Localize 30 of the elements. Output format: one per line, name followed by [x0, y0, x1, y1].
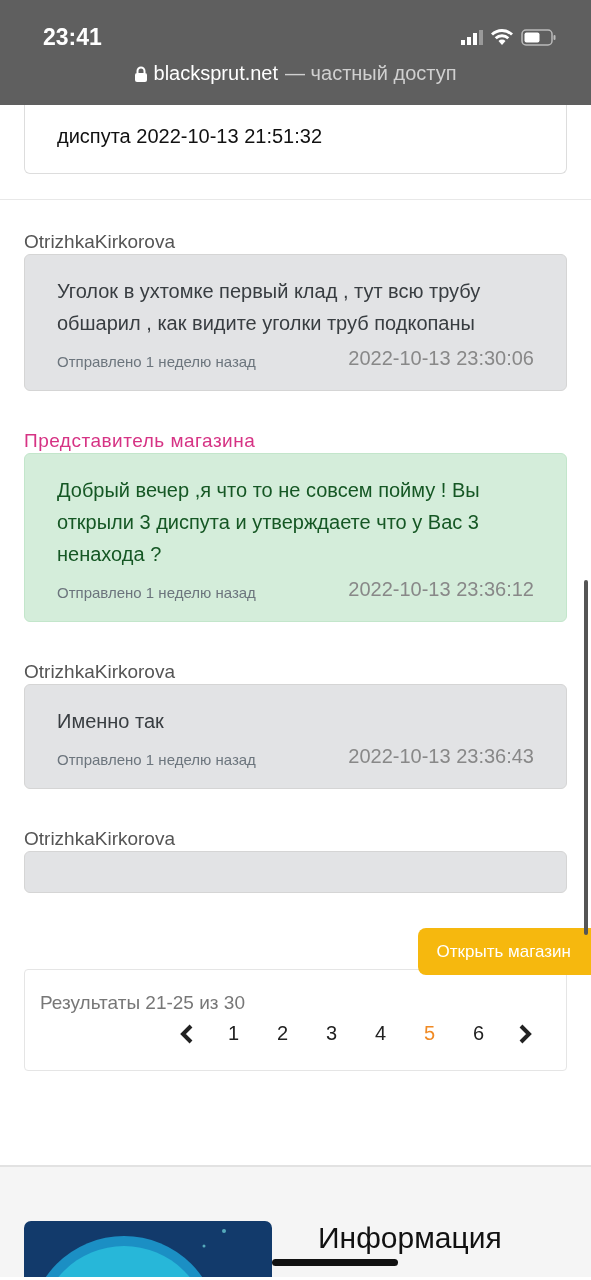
sent-ago: Отправлено 1 неделю назад: [57, 584, 256, 601]
sent-ago: Отправлено 1 неделю назад: [57, 751, 256, 768]
message-timestamp: 2022-10-13 23:30:06: [348, 347, 534, 370]
page-link[interactable]: 3: [307, 1022, 356, 1045]
author-name: OtrizhkaKirkorova: [24, 230, 176, 254]
author-name: OtrizhkaKirkorova: [24, 660, 176, 684]
section-heading: Информация: [318, 1221, 502, 1255]
dispute-date: диспута 2022-10-13 21:51:32: [57, 125, 322, 147]
access-note: — частный доступ: [285, 62, 457, 85]
page-link[interactable]: 2: [258, 1022, 307, 1045]
message-timestamp: 2022-10-13 23:36:12: [348, 578, 534, 601]
message-text: Именно так: [57, 709, 165, 734]
clock-time: 23:41: [43, 23, 102, 51]
message-text: Добрый вечер ,я что то не совсем пойму ! Вы открыли 3 диспута и утверждаете что у Вас 3 ненахода ?: [57, 478, 481, 567]
previous-page-icon[interactable]: [180, 1023, 193, 1044]
role-label: Представитель магазина: [24, 429, 257, 453]
page-link[interactable]: 4: [356, 1022, 405, 1045]
page-link[interactable]: 6: [454, 1022, 503, 1045]
site-domain: blacksprut.net: [153, 62, 279, 85]
results-summary: Результаты 21-25 из 30: [40, 992, 246, 1014]
next-page-icon[interactable]: [519, 1023, 532, 1044]
sent-ago: Отправлено 1 неделю назад: [57, 353, 256, 370]
message-text: Уголок в ухтомке первый клад , тут всю трубу обшарил , как видите уголки труб подкопаны: [57, 279, 482, 336]
message-timestamp: 2022-10-13 23:36:43: [348, 745, 534, 768]
author-name: OtrizhkaKirkorova: [24, 827, 176, 851]
battery-icon: [521, 28, 557, 46]
wifi-icon: [491, 29, 513, 45]
page-link[interactable]: 1: [209, 1022, 258, 1045]
signal-icon: [461, 29, 483, 45]
lock-icon: [134, 65, 147, 82]
